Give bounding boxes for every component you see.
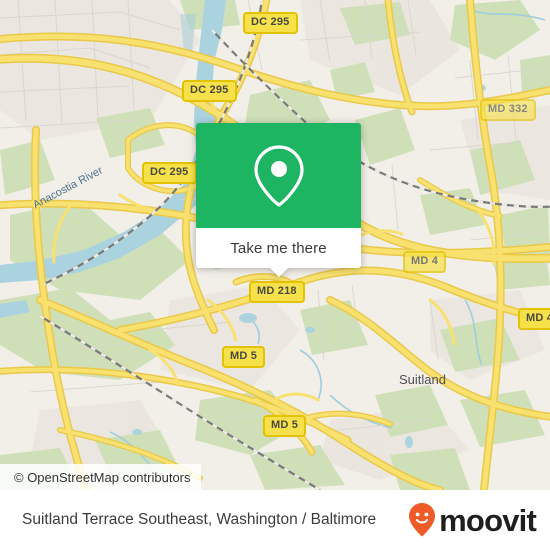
map-attribution[interactable]: © OpenStreetMap contributors: [0, 464, 201, 490]
road-shield-md-5-south[interactable]: MD 5: [263, 415, 307, 437]
road-shield-md-218[interactable]: MD 218: [249, 281, 305, 303]
map-pin-icon: [253, 144, 304, 207]
road-shield-md-5-north[interactable]: MD 5: [222, 346, 266, 368]
location-popup-card[interactable]: Take me there: [196, 123, 361, 277]
road-shield-md-332[interactable]: MD 332: [480, 99, 536, 121]
moovit-pin-icon: [409, 503, 436, 537]
road-shield-dc-295-mid[interactable]: DC 295: [182, 80, 237, 102]
popup-header: [196, 123, 361, 228]
location-title: Suitland Terrace Southeast, Washington /…: [22, 511, 377, 528]
take-me-there-label: Take me there: [230, 239, 327, 257]
attribution-text: © OpenStreetMap contributors: [14, 469, 191, 485]
moovit-logo[interactable]: moovit: [407, 502, 537, 538]
road-shield-dc-295-north[interactable]: DC 295: [243, 12, 298, 34]
map-canvas[interactable]: Anacostia River Suitland DC 295 DC 295 D…: [0, 0, 550, 490]
footer-bar: Suitland Terrace Southeast, Washington /…: [0, 490, 550, 550]
popup-pointer-tail: [268, 267, 289, 277]
popup-footer[interactable]: Take me there: [196, 228, 361, 277]
road-shield-md-45[interactable]: MD 45: [518, 308, 550, 330]
moovit-wordmark: moovit: [439, 502, 537, 538]
map-screen: Anacostia River Suitland DC 295 DC 295 D…: [0, 0, 550, 550]
road-shield-dc-295-west[interactable]: DC 295: [142, 162, 197, 184]
place-label-suitland: Suitland: [399, 372, 446, 387]
road-shield-md-4[interactable]: MD 4: [403, 251, 447, 273]
